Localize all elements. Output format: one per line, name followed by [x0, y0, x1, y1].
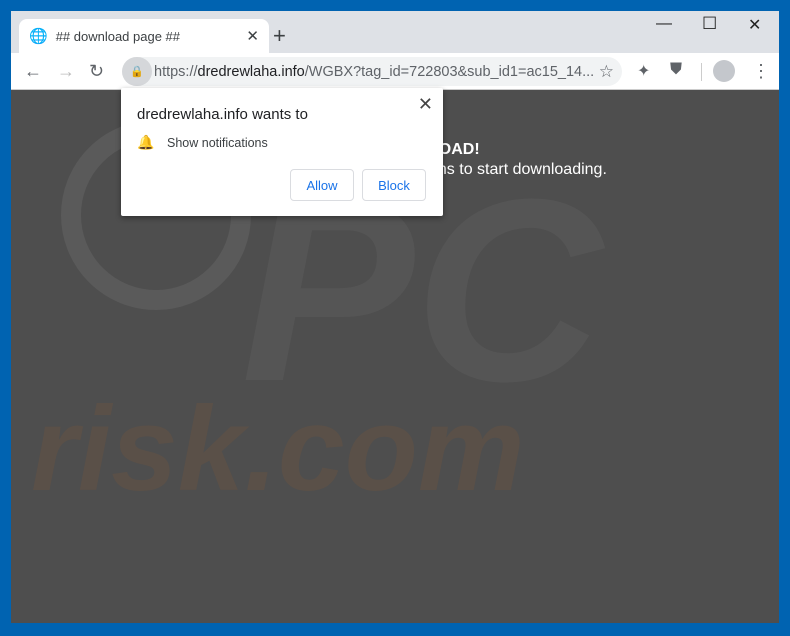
globe-icon: 🌐	[29, 28, 48, 45]
address-bar[interactable]: 🔒 https://dredrewlaha.info/WGBX?tag_id=7…	[122, 57, 622, 86]
lock-icon[interactable]: 🔒	[122, 57, 152, 86]
back-button[interactable]: ←	[24, 61, 42, 82]
reload-button[interactable]: ↻	[89, 61, 104, 82]
shield-extension-icon[interactable]: ⛊	[670, 61, 682, 79]
close-window-button[interactable]: ✕	[748, 15, 761, 35]
bell-icon: 🔔	[137, 134, 155, 150]
new-tab-button[interactable]: +	[273, 23, 286, 49]
permission-label: Show notifications	[167, 135, 268, 150]
minimize-button[interactable]: —	[656, 15, 672, 33]
popup-title: dredrewlaha.info wants to	[137, 106, 308, 123]
menu-icon[interactable]: ⋮	[752, 61, 770, 82]
forward-button[interactable]: →	[57, 61, 75, 82]
toolbar: ← → ↻ 🔒 https://dredrewlaha.info/WGBX?ta…	[11, 53, 779, 90]
block-button[interactable]: Block	[362, 169, 426, 201]
tab-strip: 🌐 ## download page ## ✕ + — ☐ ✕	[11, 11, 779, 53]
tab-title: ## download page ##	[55, 28, 181, 44]
close-popup-icon[interactable]: ✕	[418, 94, 433, 115]
bookmark-star-icon[interactable]: ☆	[599, 62, 614, 82]
notification-permission-popup: dredrewlaha.info wants to ✕ 🔔 Show notif…	[121, 88, 443, 216]
url-text: https://dredrewlaha.info/WGBX?tag_id=722…	[154, 63, 595, 80]
page-subtext: ons to start downloading.	[429, 161, 607, 178]
divider	[701, 63, 702, 81]
close-tab-icon[interactable]: ✕	[246, 27, 259, 45]
maximize-button[interactable]: ☐	[702, 14, 717, 34]
allow-button[interactable]: Allow	[290, 169, 354, 201]
svg-text:risk.com: risk.com	[31, 382, 525, 516]
tab-download-page[interactable]: 🌐 ## download page ## ✕	[19, 19, 269, 53]
extension-icon[interactable]: ✦	[637, 61, 650, 81]
profile-avatar[interactable]	[713, 60, 735, 82]
permission-row: 🔔 Show notifications	[137, 134, 268, 151]
